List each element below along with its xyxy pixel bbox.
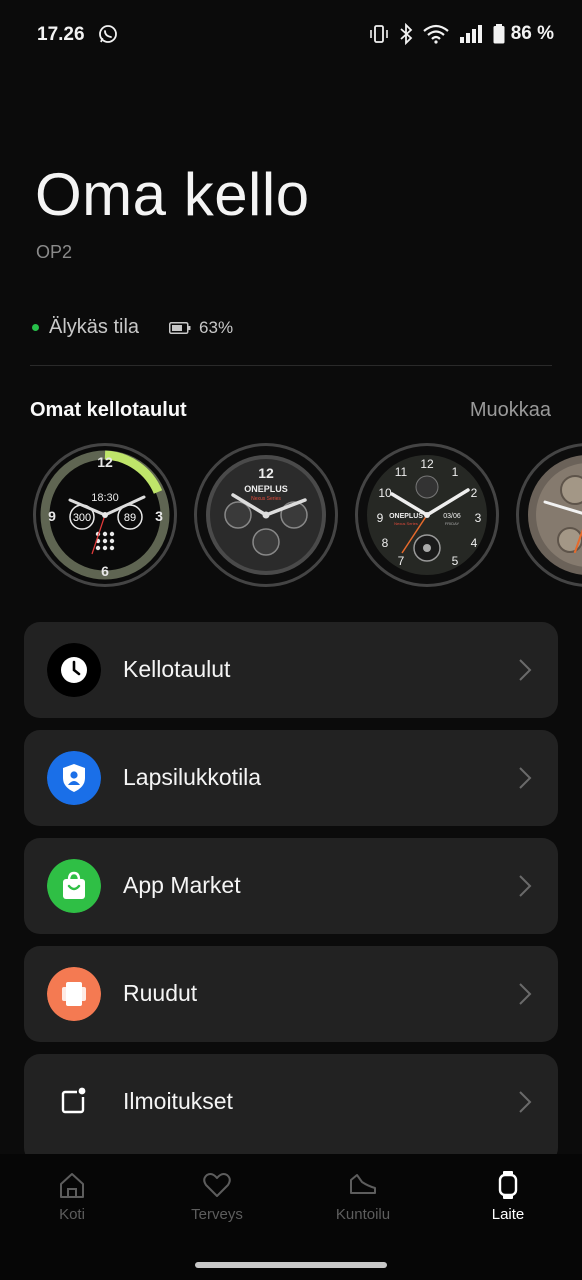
nav-laite[interactable]: Laite (453, 1170, 563, 1223)
face1-left-value: 300 (73, 512, 91, 524)
battery-icon (493, 24, 505, 44)
svg-text:4: 4 (471, 536, 478, 550)
chevron-right-icon (519, 983, 532, 1005)
battery-outline-icon (169, 321, 191, 334)
face3-day: FRIDAY (445, 521, 460, 526)
svg-text:3: 3 (475, 511, 482, 525)
menu-label: Ruudut (123, 980, 198, 1006)
nav-kuntoilu[interactable]: Kuntoilu (308, 1170, 418, 1223)
face1-time: 18:30 (91, 492, 119, 504)
nav-terveys[interactable]: Terveys (162, 1170, 272, 1223)
watch-battery-text: 63% (199, 317, 234, 337)
menu-label: App Market (123, 872, 241, 898)
svg-text:12: 12 (420, 457, 434, 471)
device-name: OP2 (36, 242, 73, 262)
tiles-icon (47, 967, 101, 1021)
connected-dot (32, 324, 39, 331)
status-battery-text: 86 % (510, 23, 554, 44)
status-time: 17.26 (37, 24, 85, 45)
menu-item-ilmoitukset[interactable]: Ilmoitukset (24, 1054, 558, 1164)
page-title: Oma kello (35, 161, 310, 228)
face2-top-number: 12 (258, 465, 274, 481)
whatsapp-icon (99, 25, 117, 43)
face2-brand: ONEPLUS (244, 484, 288, 494)
svg-text:8: 8 (382, 536, 389, 550)
mode-text: Älykäs tila (49, 316, 140, 338)
status-bar: 17.26 86 % (0, 0, 582, 70)
face3-sub: Nexus Series (394, 521, 418, 526)
face1-right-value: 89 (124, 512, 136, 524)
svg-text:1: 1 (452, 465, 459, 479)
nav-label: Laite (491, 1206, 525, 1223)
svg-text:9: 9 (377, 511, 384, 525)
menu-item-ruudut[interactable]: Ruudut (24, 946, 558, 1042)
chevron-right-icon (519, 767, 532, 789)
face1-right-number: 3 (155, 508, 163, 524)
notification-icon (61, 1087, 87, 1114)
watch-face-1[interactable]: 12 9 3 6 18:30 300 89 (32, 442, 178, 588)
divider (30, 365, 552, 366)
device-status: Älykäs tila 63% (32, 316, 233, 339)
svg-text:2: 2 (471, 486, 478, 500)
gesture-bar[interactable] (195, 1262, 387, 1268)
bluetooth-icon (400, 23, 412, 45)
wifi-icon (422, 24, 449, 44)
face3-brand: ONEPLUS (389, 513, 423, 520)
chevron-right-icon (519, 659, 532, 681)
svg-text:11: 11 (395, 465, 408, 479)
nav-koti[interactable]: Koti (17, 1170, 127, 1223)
face2-sub: Nexus Series (251, 496, 281, 502)
watch-face-4[interactable] (515, 442, 582, 588)
heart-icon (203, 1173, 231, 1197)
menu-label: Ilmoitukset (123, 1088, 233, 1114)
menu-item-lapsilukkotila[interactable]: Lapsilukkotila (24, 730, 558, 826)
face1-left-number: 9 (48, 508, 56, 524)
home-icon (60, 1173, 84, 1198)
nav-label: Kuntoilu (335, 1206, 391, 1223)
face1-bottom-number: 6 (101, 563, 109, 579)
face3-date: 03/06 (443, 513, 461, 520)
watch-faces-carousel[interactable]: 12 9 3 6 18:30 300 89 12 ONEPLUS Nexus S… (0, 440, 582, 590)
watch-battery: 63% (169, 318, 233, 338)
edit-watch-faces-button[interactable]: Muokkaa (470, 399, 551, 422)
watch-face-3[interactable]: 12 12 3 9 10 11 87 54 ONEPLUS Nexus Series 0… (354, 442, 500, 588)
svg-text:7: 7 (398, 554, 405, 568)
signal-icon (459, 25, 482, 43)
nav-label: Terveys (191, 1206, 243, 1223)
watch-faces-heading: Omat kellotaulut (30, 399, 187, 421)
clock-icon (47, 643, 101, 697)
watch-face-2[interactable]: 12 ONEPLUS Nexus Series (193, 442, 339, 588)
menu-item-app-market[interactable]: App Market (24, 838, 558, 934)
menu-item-kellotaulut[interactable]: Kellotaulut (24, 622, 558, 718)
nav-label: Koti (59, 1206, 85, 1223)
watch-icon (498, 1171, 518, 1199)
face1-top-number: 12 (97, 454, 113, 470)
svg-text:5: 5 (452, 554, 459, 568)
svg-text:10: 10 (378, 486, 392, 500)
menu-label: Kellotaulut (123, 656, 231, 682)
chevron-right-icon (519, 875, 532, 897)
shopping-bag-icon (47, 859, 101, 913)
menu-label: Lapsilukkotila (123, 764, 262, 790)
shoe-icon (350, 1174, 376, 1194)
shield-user-icon (47, 751, 101, 805)
chevron-right-icon (519, 1091, 532, 1113)
vibrate-icon (369, 25, 388, 43)
